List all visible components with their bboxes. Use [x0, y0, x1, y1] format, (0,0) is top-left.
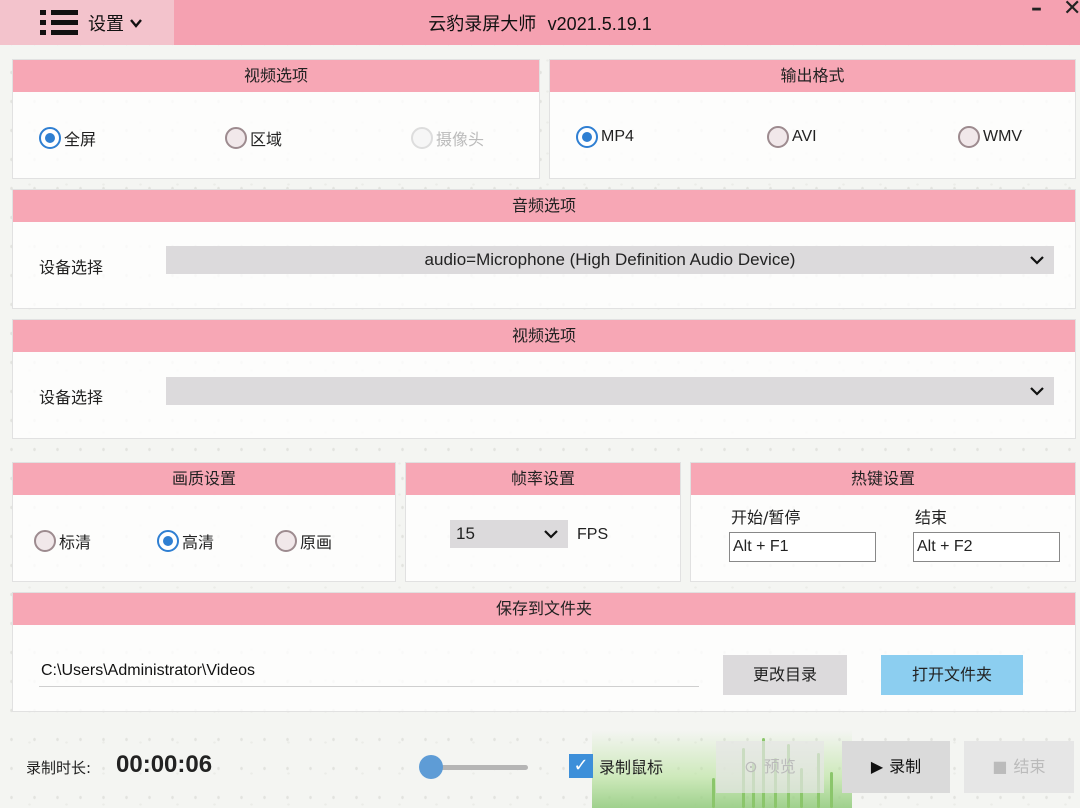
- hotkey-panel: 热键设置 开始/暂停 结束 Alt + F1 Alt + F2: [690, 462, 1076, 582]
- record-mouse-label: 录制鼠标: [599, 758, 664, 777]
- fps-value: 15: [456, 524, 475, 543]
- framerate-header: 帧率设置: [406, 463, 680, 495]
- radio-high[interactable]: 高清: [157, 529, 214, 553]
- chevron-down-icon: [1030, 256, 1044, 265]
- stop-label: 结束: [1013, 757, 1046, 776]
- chevron-down-icon: [544, 530, 558, 539]
- radio-label: 高清: [182, 533, 215, 552]
- radio-region[interactable]: 区域: [225, 126, 282, 150]
- radio-label: 标清: [59, 533, 92, 552]
- fps-select[interactable]: 15: [450, 520, 568, 548]
- stop-button: ■ 结束: [964, 741, 1074, 793]
- radio-label: 区域: [250, 130, 283, 149]
- radio-label: 原画: [300, 533, 333, 552]
- radio-unselected-icon: [275, 530, 297, 552]
- preview-button: ⊙ 预览: [716, 741, 824, 793]
- audio-device-select[interactable]: audio=Microphone (High Definition Audio …: [166, 246, 1054, 274]
- audio-device-value: audio=Microphone (High Definition Audio …: [424, 250, 796, 269]
- video-device-panel: 视频选项 设备选择: [12, 319, 1076, 439]
- video-options-panel: 视频选项 全屏 区域 摄像头: [12, 59, 540, 179]
- checkbox-check-icon: ✓: [569, 754, 593, 778]
- radio-unselected-icon: [767, 126, 789, 148]
- duration-value: 00:00:06: [116, 751, 213, 778]
- audio-device-label: 设备选择: [39, 258, 104, 277]
- close-icon[interactable]: ✕: [1063, 0, 1080, 21]
- radio-selected-icon: [157, 530, 179, 552]
- open-folder-button[interactable]: 打开文件夹: [881, 655, 1023, 695]
- change-directory-button[interactable]: 更改目录: [723, 655, 847, 695]
- record-mouse-checkbox[interactable]: ✓ 录制鼠标: [569, 754, 663, 778]
- minimize-icon[interactable]: –: [1031, 0, 1042, 21]
- start-pause-hotkey-input[interactable]: Alt + F1: [729, 532, 876, 562]
- save-folder-header: 保存到文件夹: [13, 593, 1075, 625]
- quality-header: 画质设置: [13, 463, 395, 495]
- volume-slider-handle[interactable]: [419, 755, 443, 779]
- video-device-header: 视频选项: [13, 320, 1075, 352]
- app-version: v2021.5.19.1: [547, 14, 652, 34]
- radio-camera: 摄像头: [411, 126, 484, 150]
- radio-unselected-icon: [958, 126, 980, 148]
- radio-label: 全屏: [64, 130, 97, 149]
- video-device-label: 设备选择: [39, 388, 104, 407]
- output-format-header: 输出格式: [550, 60, 1075, 92]
- chevron-down-icon: [1030, 387, 1044, 396]
- stop-icon: ■: [992, 757, 1008, 776]
- radio-wmv[interactable]: WMV: [958, 126, 1022, 148]
- record-label: 录制: [889, 757, 922, 776]
- framerate-panel: 帧率设置 15 FPS: [405, 462, 681, 582]
- radio-selected-icon: [576, 126, 598, 148]
- radio-mp4[interactable]: MP4: [576, 126, 634, 148]
- radio-label: WMV: [983, 128, 1023, 145]
- radio-label: AVI: [792, 128, 817, 145]
- save-path-field[interactable]: C:\Users\Administrator\Videos: [39, 655, 699, 687]
- hotkey-header: 热键设置: [691, 463, 1075, 495]
- radio-unselected-icon: [225, 127, 247, 149]
- quality-panel: 画质设置 标清 高清 原画: [12, 462, 396, 582]
- radio-label: 摄像头: [436, 130, 485, 149]
- video-device-select[interactable]: [166, 377, 1054, 405]
- duration-label: 录制时长:: [26, 759, 92, 777]
- output-format-panel: 输出格式 MP4 AVI WMV: [549, 59, 1076, 179]
- preview-label: 预览: [763, 757, 796, 776]
- stop-hotkey-label: 结束: [915, 508, 948, 527]
- radio-disabled-icon: [411, 127, 433, 149]
- audio-options-panel: 音频选项 设备选择 audio=Microphone (High Definit…: [12, 189, 1076, 309]
- audio-options-header: 音频选项: [13, 190, 1075, 222]
- radio-standard[interactable]: 标清: [34, 529, 91, 553]
- play-icon: ▶: [870, 757, 884, 776]
- record-button[interactable]: ▶ 录制: [842, 741, 950, 793]
- radio-fullscreen[interactable]: 全屏: [39, 126, 96, 150]
- start-pause-label: 开始/暂停: [731, 508, 801, 527]
- radio-unselected-icon: [34, 530, 56, 552]
- preview-icon: ⊙: [744, 757, 758, 776]
- radio-avi[interactable]: AVI: [767, 126, 817, 148]
- radio-selected-icon: [39, 127, 61, 149]
- video-options-header: 视频选项: [13, 60, 539, 92]
- title-bar: 设置 云豹录屏大师 v2021.5.19.1 – ✕: [0, 0, 1080, 45]
- window-title: 云豹录屏大师 v2021.5.19.1: [0, 10, 1080, 36]
- save-folder-panel: 保存到文件夹 C:\Users\Administrator\Videos 更改目…: [12, 592, 1076, 712]
- app-name: 云豹录屏大师: [428, 14, 537, 35]
- radio-label: MP4: [601, 128, 634, 145]
- stop-hotkey-input[interactable]: Alt + F2: [913, 532, 1060, 562]
- radio-original[interactable]: 原画: [275, 529, 332, 553]
- fps-unit-label: FPS: [577, 526, 609, 543]
